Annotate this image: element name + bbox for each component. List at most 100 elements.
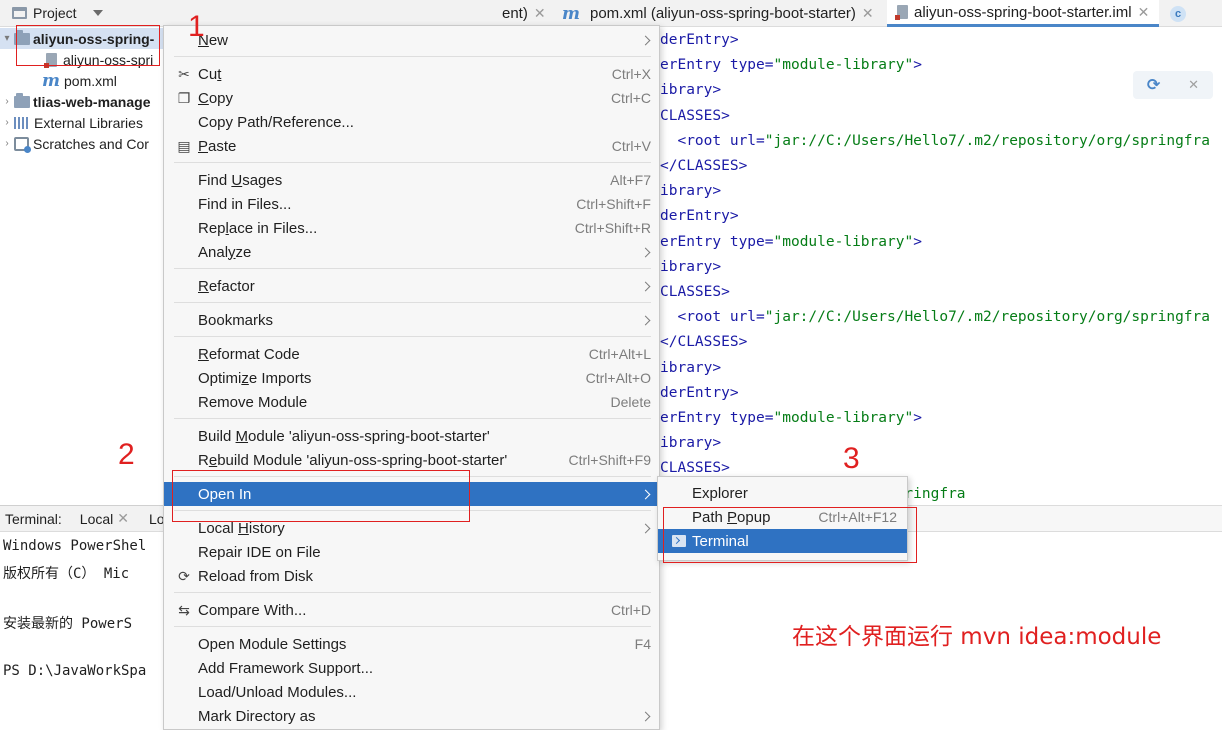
project-view-selector[interactable]: Project (0, 5, 103, 21)
editor-tab-1[interactable]: ent) ✕ (502, 0, 546, 27)
menu-item-shortcut: Ctrl+V (611, 138, 651, 154)
code-line: derEntry> (660, 28, 739, 53)
editor-tab-pom[interactable]: m pom.xml (aliyun-oss-spring-boot-starte… (562, 0, 874, 27)
menu-item-copy[interactable]: ❐ Copy Ctrl+C (164, 86, 659, 110)
tree-item-label: pom.xml (64, 72, 117, 89)
editor-tab-class[interactable]: c (1170, 0, 1186, 27)
menu-item-shortcut: Ctrl+Shift+R (574, 220, 651, 236)
menu-item-label: Compare With... (198, 601, 307, 619)
code-line: erEntry type="module-library"> (660, 406, 922, 431)
code-line: erEntry type="module-library"> (660, 53, 922, 78)
menu-item-add-framework-support[interactable]: Add Framework Support... (164, 656, 659, 680)
menu-item-compare-with[interactable]: ⇆ Compare With... Ctrl+D (164, 598, 659, 622)
menu-separator (174, 336, 651, 337)
menu-item-load-unload-modules[interactable]: Load/Unload Modules... (164, 680, 659, 704)
submenu-item-explorer[interactable]: Explorer (658, 481, 907, 505)
code-line: </CLASSES> (660, 154, 747, 179)
menu-item-label: Refactor (198, 277, 255, 295)
menu-item-analyze[interactable]: Analyze (164, 240, 659, 264)
menu-item-shortcut: Ctrl+Shift+F9 (568, 452, 651, 468)
menu-item-optimize-imports[interactable]: Optimize Imports Ctrl+Alt+O (164, 366, 659, 390)
code-token: derEntry> (660, 208, 739, 225)
tree-item-label: tlias-web-manage (33, 93, 151, 110)
close-icon[interactable]: ✕ (862, 5, 874, 22)
menu-item-shortcut: Delete (610, 394, 651, 410)
menu-item-label: Open Module Settings (198, 635, 347, 653)
chevron-right-icon[interactable]: › (0, 138, 14, 149)
code-token: CLASSES> (660, 107, 730, 124)
chevron-right-icon[interactable]: › (0, 117, 14, 128)
annotation-note: 在这个界面运行 mvn idea:module (792, 624, 1162, 650)
menu-item-copy-path-reference[interactable]: Copy Path/Reference... (164, 110, 659, 134)
menu-item-mark-directory-as[interactable]: Mark Directory as (164, 704, 659, 728)
code-token: type= (729, 233, 774, 250)
maven-sync-popup: ⟳ ✕ (1133, 71, 1213, 99)
menu-item-label: Local History (198, 519, 285, 537)
menu-item-shortcut: F4 (634, 636, 651, 652)
code-token: url= (729, 132, 765, 149)
code-line: </CLASSES> (660, 330, 747, 355)
chevron-right-icon (640, 315, 651, 325)
annotation-box-open-in (172, 470, 470, 522)
menu-separator (174, 418, 651, 419)
tree-item-scratches[interactable]: › Scratches and Cor (0, 133, 149, 154)
menu-item-open-module-settings[interactable]: Open Module Settings F4 (164, 632, 659, 656)
menu-item-shortcut: Ctrl+Alt+L (588, 346, 651, 362)
code-line: ibrary> (660, 78, 721, 103)
menu-item-label: Cut (198, 65, 222, 83)
menu-item-replace-in-files[interactable]: Replace in Files... Ctrl+Shift+R (164, 216, 659, 240)
menu-item-refactor[interactable]: Refactor (164, 274, 659, 298)
scratches-icon (14, 136, 31, 153)
code-line: ibrary> (660, 255, 721, 280)
menu-item-label: Optimize Imports (198, 369, 312, 387)
class-icon: c (1170, 5, 1186, 22)
menu-item-label: Analyze (198, 243, 252, 261)
menu-item-rebuild-module-aliyun-oss-spring-boot-starter[interactable]: Rebuild Module 'aliyun-oss-spring-boot-s… (164, 448, 659, 472)
ide-window: Project ⊕ ☰ ≑ ⚙ — ent) ✕ m pom.xml (aliy… (0, 0, 1222, 730)
code-token: ibrary> (660, 258, 722, 275)
menu-item-reload-from-disk[interactable]: ⟳ Reload from Disk (164, 564, 659, 588)
menu-item-find-usages[interactable]: Find Usages Alt+F7 (164, 168, 659, 192)
close-icon[interactable]: ✕ (117, 510, 129, 527)
menu-item-repair-ide-on-file[interactable]: Repair IDE on File (164, 540, 659, 564)
tree-item-external-libraries[interactable]: › External Libraries (0, 112, 143, 133)
menu-item-new[interactable]: New (164, 28, 659, 52)
editor-tab-iml[interactable]: aliyun-oss-spring-boot-starter.iml ✕ (887, 0, 1160, 27)
menu-item-shortcut: Ctrl+C (610, 90, 651, 106)
menu-item-label: Find in Files... (198, 195, 292, 213)
menu-item-reformat-code[interactable]: Reformat Code Ctrl+Alt+L (164, 342, 659, 366)
code-token: ibrary> (660, 359, 722, 376)
chevron-down-icon[interactable]: ▾ (0, 33, 14, 44)
menu-item-shortcut: Ctrl+D (610, 602, 651, 618)
close-icon[interactable]: ✕ (1188, 77, 1199, 93)
paste-icon: ▤ (177, 137, 191, 154)
chevron-down-icon[interactable] (92, 10, 103, 16)
sync-icon[interactable]: ⟳ (1147, 75, 1160, 95)
tree-item-label: Scratches and Cor (33, 135, 149, 152)
project-panel-title: Project (33, 5, 77, 21)
menu-item-label: Rebuild Module 'aliyun-oss-spring-boot-s… (198, 451, 508, 469)
menu-item-bookmarks[interactable]: Bookmarks (164, 308, 659, 332)
menu-item-label: Reload from Disk (198, 567, 314, 585)
code-token: <root (660, 132, 730, 149)
chevron-right-icon (640, 489, 651, 499)
menu-item-find-in-files[interactable]: Find in Files... Ctrl+Shift+F (164, 192, 659, 216)
chevron-right-icon (640, 523, 651, 533)
maven-icon: m (562, 3, 580, 24)
tree-item-tlias-module[interactable]: › tlias-web-manage (0, 91, 150, 112)
terminal-tab-local[interactable]: Local (80, 511, 113, 527)
menu-item-remove-module[interactable]: Remove Module Delete (164, 390, 659, 414)
code-token: erEntry (660, 410, 730, 426)
menu-item-paste[interactable]: ▤ Paste Ctrl+V (164, 134, 659, 158)
reload-icon: ⟳ (178, 567, 190, 584)
menu-item-shortcut: Alt+F7 (610, 172, 651, 188)
terminal-output[interactable]: Windows PowerShel 版权所有（C） Mic 安装最新的 Powe… (0, 532, 170, 730)
menu-item-cut[interactable]: ✂ Cut Ctrl+X (164, 62, 659, 86)
menu-item-build-module-aliyun-oss-spring-boot-starter[interactable]: Build Module 'aliyun-oss-spring-boot-sta… (164, 424, 659, 448)
code-token: erEntry (660, 233, 730, 250)
tree-item-pom[interactable]: m pom.xml (42, 70, 117, 91)
close-icon[interactable]: ✕ (1138, 4, 1150, 21)
chevron-right-icon[interactable]: › (0, 96, 14, 107)
close-icon[interactable]: ✕ (534, 5, 546, 22)
code-editor[interactable]: derEntry> erEntry type="module-library"> i… (660, 27, 1222, 505)
